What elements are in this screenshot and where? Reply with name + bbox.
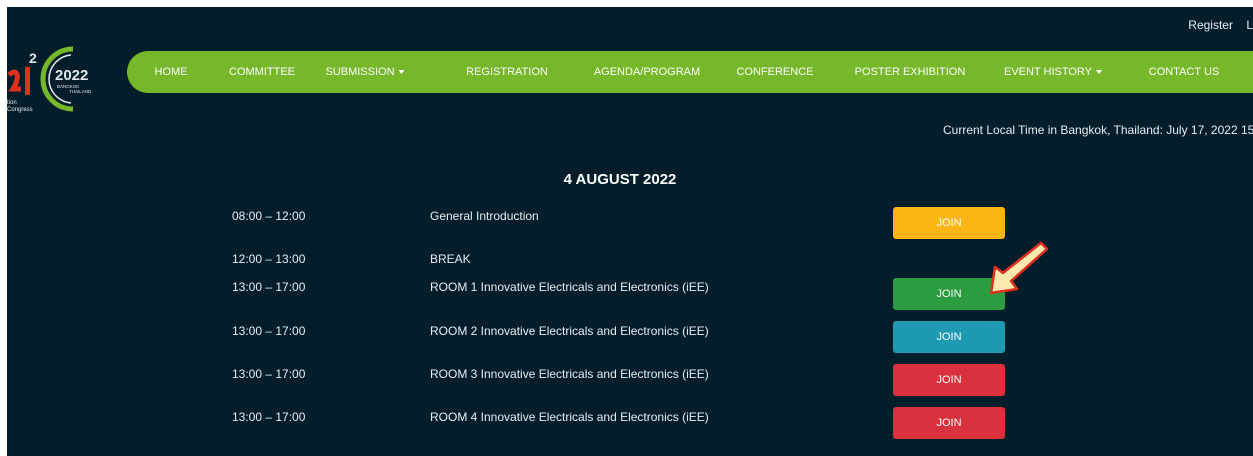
schedule-time: 13:00 – 17:00: [232, 410, 306, 424]
logo-partial-1: tion: [7, 100, 17, 106]
chevron-down-icon: [1096, 70, 1103, 75]
chevron-down-icon: [398, 70, 405, 75]
main-nav: HOME COMMITTEE SUBMISSION REGISTRATION A…: [127, 51, 1253, 93]
logo-partial-2: Congress: [7, 107, 33, 113]
schedule-title: ROOM 1 Innovative Electricals and Electr…: [430, 280, 709, 294]
page: Register L 2 2022 BANGKOK THAILAND tion …: [7, 7, 1253, 456]
schedule-title: ROOM 3 Innovative Electricals and Electr…: [430, 367, 709, 381]
nav-submission-label: SUBMISSION: [325, 66, 395, 78]
join-button-room-4[interactable]: JOIN: [893, 407, 1005, 439]
logo-country: THAILAND: [69, 89, 92, 94]
nav-submission[interactable]: SUBMISSION: [325, 51, 405, 93]
register-link[interactable]: Register: [1188, 18, 1233, 32]
join-button-general-introduction[interactable]: JOIN: [893, 207, 1005, 239]
nav-event-history-label: EVENT HISTORY: [1003, 66, 1093, 78]
schedule-time: 12:00 – 13:00: [232, 252, 306, 266]
schedule-time: 13:00 – 17:00: [232, 367, 306, 381]
join-button-room-2[interactable]: JOIN: [893, 321, 1005, 353]
schedule-title: ROOM 2 Innovative Electricals and Electr…: [430, 324, 709, 338]
nav-registration-label: REGISTRATION: [466, 66, 548, 78]
nav-contact-us-label: CONTACT US: [1148, 66, 1220, 78]
nav-conference[interactable]: CONFERENCE: [736, 51, 813, 93]
top-links: Register L: [1178, 18, 1253, 32]
schedule-time: 13:00 – 17:00: [232, 324, 306, 338]
logo-year: 2022: [55, 67, 88, 84]
local-time: Current Local Time in Bangkok, Thailand:…: [943, 123, 1253, 137]
join-button-room-3[interactable]: JOIN: [893, 364, 1005, 396]
nav-conference-label: CONFERENCE: [736, 66, 814, 78]
date-heading: 4 AUGUST 2022: [563, 171, 677, 188]
nav-poster-exhibition[interactable]: POSTER EXHIBITION: [855, 51, 966, 93]
schedule-title: ROOM 4 Innovative Electricals and Electr…: [430, 410, 709, 424]
nav-event-history[interactable]: EVENT HISTORY: [1003, 51, 1103, 93]
nav-contact-us[interactable]: CONTACT US: [1149, 51, 1220, 93]
nav-home[interactable]: HOME: [155, 51, 188, 93]
pointer-arrow-icon: [989, 241, 1049, 295]
nav-registration[interactable]: REGISTRATION: [466, 51, 548, 93]
site-logo[interactable]: 2 2022 BANGKOK THAILAND tion Congress: [7, 37, 127, 117]
schedule-time: 13:00 – 17:00: [232, 280, 306, 294]
nav-poster-exhibition-label: POSTER EXHIBITION: [854, 66, 966, 78]
nav-committee[interactable]: COMMITTEE: [229, 51, 295, 93]
schedule-time: 08:00 – 12:00: [232, 209, 306, 223]
schedule-title: General Introduction: [430, 209, 539, 223]
logo-graphic: 2 2022 BANGKOK THAILAND tion Congress: [7, 46, 92, 113]
logo-number: 2: [29, 50, 37, 66]
schedule-title: BREAK: [430, 252, 471, 266]
login-link[interactable]: L: [1246, 18, 1253, 32]
nav-committee-label: COMMITTEE: [229, 66, 295, 78]
nav-home-label: HOME: [154, 66, 188, 78]
nav-agenda-label: AGENDA/PROGRAM: [593, 66, 701, 78]
nav-agenda[interactable]: AGENDA/PROGRAM: [594, 51, 700, 93]
